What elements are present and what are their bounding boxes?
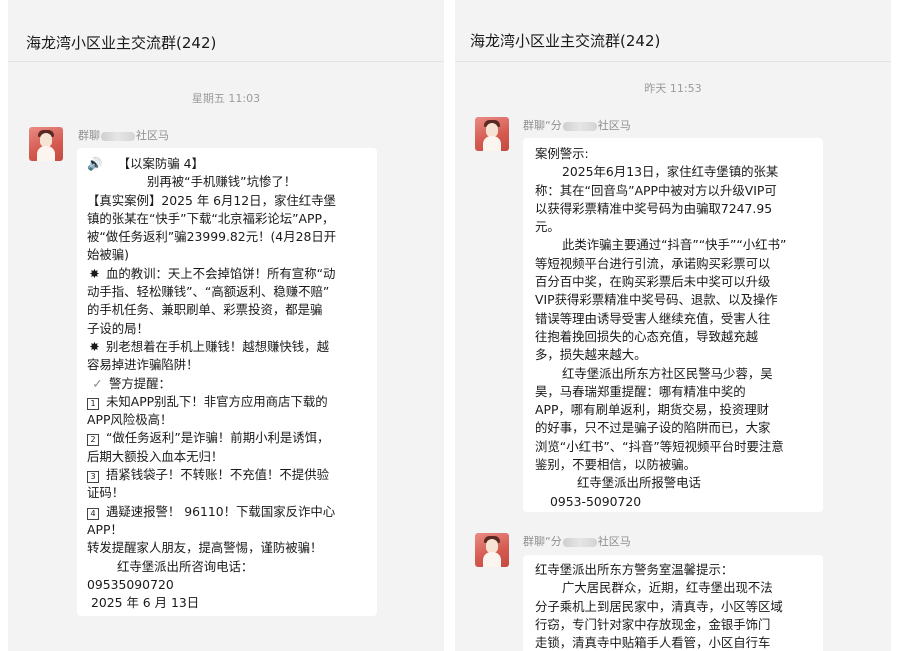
virus-icon: ✸	[89, 265, 100, 281]
sender-name: 群聊“分 社区马	[523, 119, 631, 132]
chat-title: 海龙湾小区业主交流群(242)	[455, 0, 891, 62]
avatar[interactable]	[475, 117, 509, 151]
message-bubble[interactable]: 🔊 【以案防骗 4】 别再被“手机赚钱”坑惨了！ 【真实案例】2025 年 6月…	[77, 148, 377, 616]
speaker-icon: 🔊	[87, 156, 103, 171]
chat-panel-right: 海龙湾小区业主交流群(242) 昨天 11:53 群聊“分 社区马 案例警示: 2…	[455, 0, 891, 651]
virus-icon: ✸	[89, 338, 100, 354]
chat-title: 海龙湾小区业主交流群(242)	[8, 0, 444, 62]
number-3-icon: 3	[87, 471, 99, 484]
sender-name: 群聊“分 社区马	[523, 535, 631, 548]
sender-name: 群聊 社区马	[78, 129, 169, 142]
number-2-icon: 2	[87, 434, 99, 447]
chat-panel-left: 海龙湾小区业主交流群(242) 星期五 11:03 群聊 社区马 🔊 【以案防骗 …	[8, 0, 444, 651]
message-bubble[interactable]: 案例警示: 2025年6月13日，家住红寺堡镇的张某 称：其在“回音鸟”APP中…	[523, 138, 823, 512]
number-1-icon: 1	[87, 397, 99, 410]
number-4-icon: 4	[87, 507, 99, 520]
timestamp: 星期五 11:03	[191, 92, 261, 105]
message-bubble[interactable]: 红寺堡派出所东方警务室温馨提示： 广大居民群众，近期，红寺堡出现不法 分子乘机上…	[523, 555, 823, 651]
check-icon: ✓	[92, 375, 103, 391]
avatar[interactable]	[29, 127, 63, 161]
avatar[interactable]	[475, 533, 509, 567]
timestamp: 昨天 11:53	[644, 82, 702, 95]
